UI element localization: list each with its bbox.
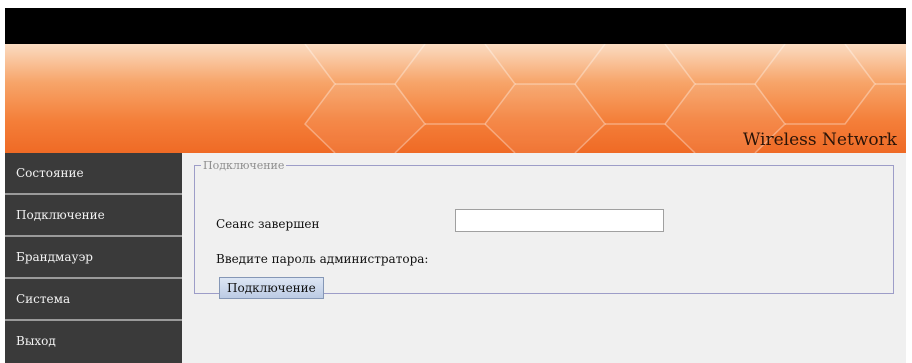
sidebar-item-connection[interactable]: Подключение [5,195,182,237]
sidebar-nav: Состояние Подключение Брандмауэр Система… [5,153,182,363]
sidebar-item-system[interactable]: Система [5,279,182,321]
header-banner: Wireless Network [5,44,906,153]
main-content: Подключение Сеанс завершен Введите парол… [182,153,906,363]
connection-fieldset: Подключение Сеанс завершен Введите парол… [194,159,894,299]
connect-button[interactable]: Подключение [219,277,324,299]
password-input[interactable] [455,209,664,232]
session-status-text: Сеанс завершен [216,217,320,231]
fieldset-legend: Подключение [203,159,285,172]
sidebar-item-firewall[interactable]: Брандмауэр [5,237,182,279]
password-prompt-label: Введите пароль администратора: [216,252,429,266]
router-admin-window: Wireless Network Состояние Подключение Б… [5,8,906,363]
brand-title: Wireless Network [742,130,897,150]
sidebar-item-logout[interactable]: Выход [5,321,182,361]
sidebar-item-status[interactable]: Состояние [5,153,182,195]
top-bar [5,8,906,44]
